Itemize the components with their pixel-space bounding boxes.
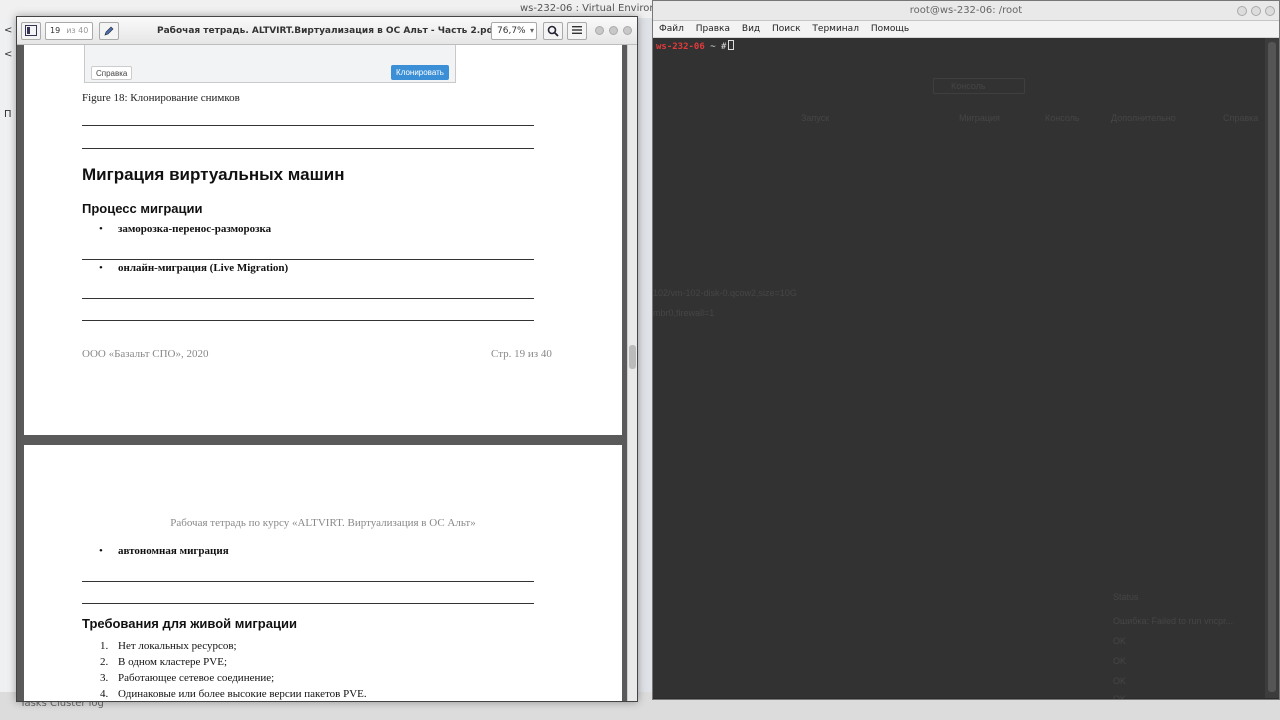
sidebar-toggle-button[interactable] — [21, 22, 41, 40]
minimize-icon[interactable] — [595, 26, 604, 35]
terminal-window: root@ws-232-06: /root Файл Правка Вид По… — [652, 0, 1280, 700]
ghost-text: Консоль — [1045, 113, 1080, 123]
list-item: Нет локальных ресурсов; — [118, 640, 237, 652]
ghost-text: OK — [1113, 656, 1127, 666]
footer-page-number: Стр. 19 из 40 — [491, 348, 552, 360]
zoom-select[interactable]: 76,7% ▾ — [491, 22, 537, 40]
ghost-text: Ошибка: Failed to run vncpr... — [1113, 616, 1234, 626]
bullet-item: автономная миграция — [118, 545, 229, 557]
ghost-text: Консоль — [951, 81, 986, 91]
terminal-output[interactable]: Консоль Запуск Миграция Консоль Дополнит… — [653, 38, 1265, 700]
menu-file[interactable]: Файл — [659, 21, 684, 38]
page-total: из 40 — [66, 26, 89, 35]
ghost-text: Дополнительно — [1111, 113, 1176, 123]
minimize-icon[interactable] — [1237, 6, 1247, 16]
pencil-icon — [104, 26, 114, 36]
list-item: Работающее сетевое соединение; — [118, 672, 275, 684]
zoom-value: 76,7% — [497, 26, 526, 36]
ghost-text: OK — [1113, 676, 1127, 686]
annotate-button[interactable] — [99, 22, 119, 40]
terminal-scrollbar[interactable] — [1265, 38, 1279, 698]
bullet-dot: • — [99, 262, 103, 274]
pdf-toolbar: 19 из 40 Рабочая тетрадь. ALTVIRT.Виртуал… — [17, 17, 637, 45]
maximize-icon[interactable] — [1251, 6, 1261, 16]
scrollbar-thumb[interactable] — [629, 345, 636, 369]
page-number-input[interactable]: 19 из 40 — [45, 22, 93, 40]
list-item: В одном кластере PVE; — [118, 656, 228, 668]
prompt-symbol: ~ # — [704, 42, 727, 52]
ghost-text: Справка — [1223, 113, 1259, 123]
pdf-document-area[interactable]: Справка Клонировать Figure 18: Клонирова… — [17, 45, 625, 701]
menu-view[interactable]: Вид — [742, 21, 760, 38]
prompt-hostname: ws-232-06 — [656, 42, 705, 52]
subsection-heading: Процесс миграции — [82, 201, 203, 216]
document-title: Рабочая тетрадь. ALTVIRT.Виртуализация в… — [157, 26, 497, 36]
menu-help[interactable]: Помощь — [871, 21, 909, 38]
ghost-text: OK — [1113, 636, 1127, 646]
pdf-scrollbar[interactable] — [627, 45, 637, 701]
ghost-text: Status — [1113, 592, 1139, 602]
sidebar-icon — [25, 25, 37, 36]
blank-line — [82, 581, 534, 582]
section-heading: Миграция виртуальных машин — [82, 165, 345, 184]
scrollbar-thumb[interactable] — [1268, 42, 1276, 692]
blank-line — [82, 603, 534, 604]
shell-prompt: ws-232-06 ~ # — [656, 40, 735, 52]
figure-help-button: Справка — [91, 66, 133, 80]
ghost-text: OK — [1113, 694, 1127, 700]
terminal-menubar: Файл Правка Вид Поиск Терминал Помощь — [653, 21, 1279, 38]
pdf-viewer-window: 19 из 40 Рабочая тетрадь. ALTVIRT.Виртуал… — [16, 16, 638, 702]
figure-screenshot: Справка Клонировать — [84, 45, 456, 83]
figure-caption: Figure 18: Клонирование снимков — [82, 92, 240, 104]
blank-line — [82, 148, 534, 149]
blank-line — [82, 320, 534, 321]
blank-line — [82, 259, 534, 260]
search-button[interactable] — [543, 22, 563, 40]
list-item: Одинаковые или более высокие версии паке… — [118, 688, 367, 700]
hamburger-icon — [572, 26, 582, 34]
pdf-page-19: Справка Клонировать Figure 18: Клонирова… — [24, 45, 622, 435]
menu-terminal[interactable]: Терминал — [812, 21, 859, 38]
menu-edit[interactable]: Правка — [696, 21, 730, 38]
search-icon — [547, 25, 559, 37]
page-header: Рабочая тетрадь по курсу «ALTVIRT. Вирту… — [170, 517, 476, 529]
text-cursor — [728, 40, 735, 50]
bullet-dot: • — [99, 545, 103, 557]
bullet-item: онлайн-миграция (Live Migration) — [118, 262, 289, 274]
section-heading: Требования для живой миграции — [82, 616, 297, 631]
list-number: 3. — [100, 672, 109, 684]
bullet-item: заморозка-перенос-разморозка — [118, 223, 272, 235]
terminal-titlebar: root@ws-232-06: /root — [653, 1, 1279, 21]
blank-line — [82, 125, 534, 126]
terminal-title: root@ws-232-06: /root — [909, 5, 1023, 16]
menu-button[interactable] — [567, 22, 587, 40]
ghost-text: 102/vm-102-disk-0.qcow2,size=10G — [653, 288, 797, 298]
ghost-text: Запуск — [801, 113, 830, 123]
menu-search[interactable]: Поиск — [772, 21, 801, 38]
list-number: 1. — [100, 640, 109, 652]
pdf-page-20: Рабочая тетрадь по курсу «ALTVIRT. Вирту… — [24, 445, 622, 701]
list-number: 4. — [100, 688, 109, 700]
list-number: 2. — [100, 656, 109, 668]
figure-clone-button: Клонировать — [391, 65, 449, 80]
ghost-text: mbr0,firewall=1 — [653, 308, 715, 318]
blank-line — [82, 298, 534, 299]
close-icon[interactable] — [623, 26, 632, 35]
close-icon[interactable] — [1265, 6, 1275, 16]
chevron-down-icon: ▾ — [529, 26, 534, 35]
ghost-text: Миграция — [959, 113, 1000, 123]
page-current: 19 — [50, 26, 61, 35]
maximize-icon[interactable] — [609, 26, 618, 35]
bullet-dot: • — [99, 223, 103, 235]
footer-company: ООО «Базальт СПО», 2020 — [82, 348, 209, 360]
